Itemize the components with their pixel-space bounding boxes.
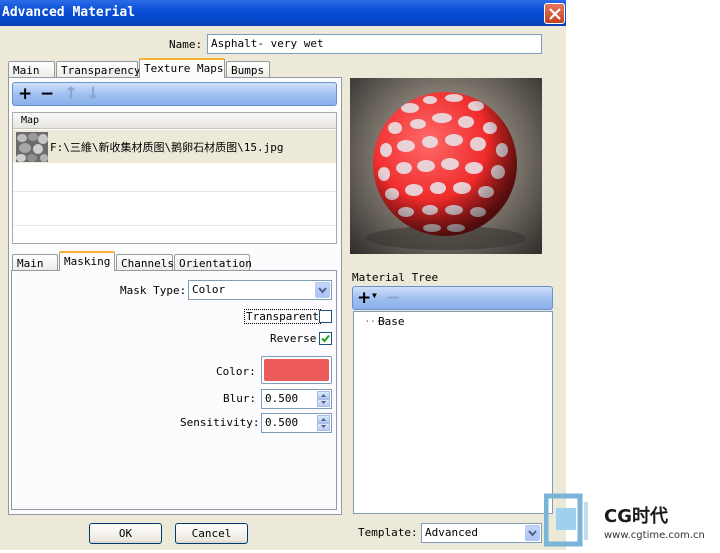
list-item[interactable]: F:\三維\新收集材质图\鹅卵石材质图\15.jpg <box>13 130 336 163</box>
texture-thumbnail <box>16 132 48 162</box>
add-node-icon[interactable]: + <box>357 289 371 307</box>
subtab-channels[interactable]: Channels <box>116 254 174 271</box>
add-map-icon[interactable]: + <box>18 85 32 103</box>
name-label: Name: <box>169 38 203 51</box>
spin-up-icon[interactable] <box>317 415 330 423</box>
tree-item-base[interactable]: Base <box>378 315 405 328</box>
spin-down-icon[interactable] <box>317 399 330 407</box>
map-toolbar: + − ↑ ↓ <box>12 82 337 106</box>
template-dropdown[interactable]: Advanced <box>421 523 542 543</box>
blur-value: 0.500 <box>265 392 299 405</box>
material-preview <box>350 78 542 254</box>
sensitivity-spinner[interactable]: 0.500 <box>261 413 332 433</box>
watermark-logo: CG时代 www.cgtime.com.cn <box>543 488 720 550</box>
tree-toolbar: + ▼ − <box>352 286 553 310</box>
color-swatch <box>264 359 329 381</box>
reverse-checkbox[interactable] <box>319 332 332 345</box>
ok-button[interactable]: OK <box>89 523 162 544</box>
mask-type-dropdown[interactable]: Color <box>188 280 332 300</box>
blur-spinner[interactable]: 0.500 <box>261 389 332 409</box>
row-divider <box>13 191 336 192</box>
close-icon <box>549 8 561 20</box>
mask-type-label: Mask Type: <box>120 284 187 297</box>
tab-texture-maps[interactable]: Texture Maps <box>139 58 225 78</box>
watermark-title: CG时代 <box>604 506 668 527</box>
checkmark-icon <box>321 334 330 343</box>
map-list: Map F:\三維\新收集材质图\鹅卵石材质图\15.jpg <box>12 112 337 244</box>
mask-type-value: Color <box>192 283 226 296</box>
map-path: F:\三維\新收集材质图\鹅卵石材质图\15.jpg <box>50 141 284 154</box>
preview-sphere <box>366 92 526 250</box>
template-label: Template: <box>358 526 418 539</box>
tab-bumps[interactable]: Bumps <box>226 61 270 78</box>
cancel-button[interactable]: Cancel <box>175 523 248 544</box>
title-bar[interactable]: Advanced Material <box>0 0 566 26</box>
transparent-label: Transparent <box>244 309 321 324</box>
name-input[interactable]: Asphalt- very wet <box>207 34 542 54</box>
map-column-header: Map <box>13 113 336 129</box>
subtab-main[interactable]: Main <box>12 254 58 271</box>
chevron-down-icon <box>315 282 330 298</box>
chevron-down-icon[interactable]: ▼ <box>372 291 377 300</box>
subtab-masking[interactable]: Masking <box>59 251 115 271</box>
color-label: Color: <box>216 365 256 378</box>
move-down-icon[interactable]: ↓ <box>86 85 100 103</box>
chevron-down-icon <box>525 525 540 541</box>
tab-transparency[interactable]: Transparency <box>56 61 140 78</box>
sensitivity-label: Sensitivity: <box>180 416 260 429</box>
sensitivity-value: 0.500 <box>265 416 299 429</box>
color-picker[interactable] <box>261 356 332 384</box>
subtab-orientation[interactable]: Orientation <box>174 254 252 271</box>
transparent-checkbox[interactable] <box>319 310 332 323</box>
template-value: Advanced <box>425 526 478 539</box>
advanced-material-dialog: Advanced Material Name: Asphalt- very we… <box>0 0 566 550</box>
close-button[interactable] <box>544 3 565 24</box>
reverse-label: Reverse <box>270 332 317 345</box>
blur-label: Blur: <box>223 392 257 405</box>
row-divider <box>13 225 336 226</box>
material-tree: ···· Base <box>353 311 553 514</box>
remove-map-icon[interactable]: − <box>40 85 54 103</box>
watermark-url: www.cgtime.com.cn <box>604 530 705 541</box>
spin-down-icon[interactable] <box>317 423 330 431</box>
material-tree-label: Material Tree <box>352 271 439 284</box>
window-title: Advanced Material <box>2 5 136 20</box>
tab-main[interactable]: Main <box>8 61 55 78</box>
remove-node-icon[interactable]: − <box>386 289 400 307</box>
spin-up-icon[interactable] <box>317 391 330 399</box>
move-up-icon[interactable]: ↑ <box>64 85 78 103</box>
